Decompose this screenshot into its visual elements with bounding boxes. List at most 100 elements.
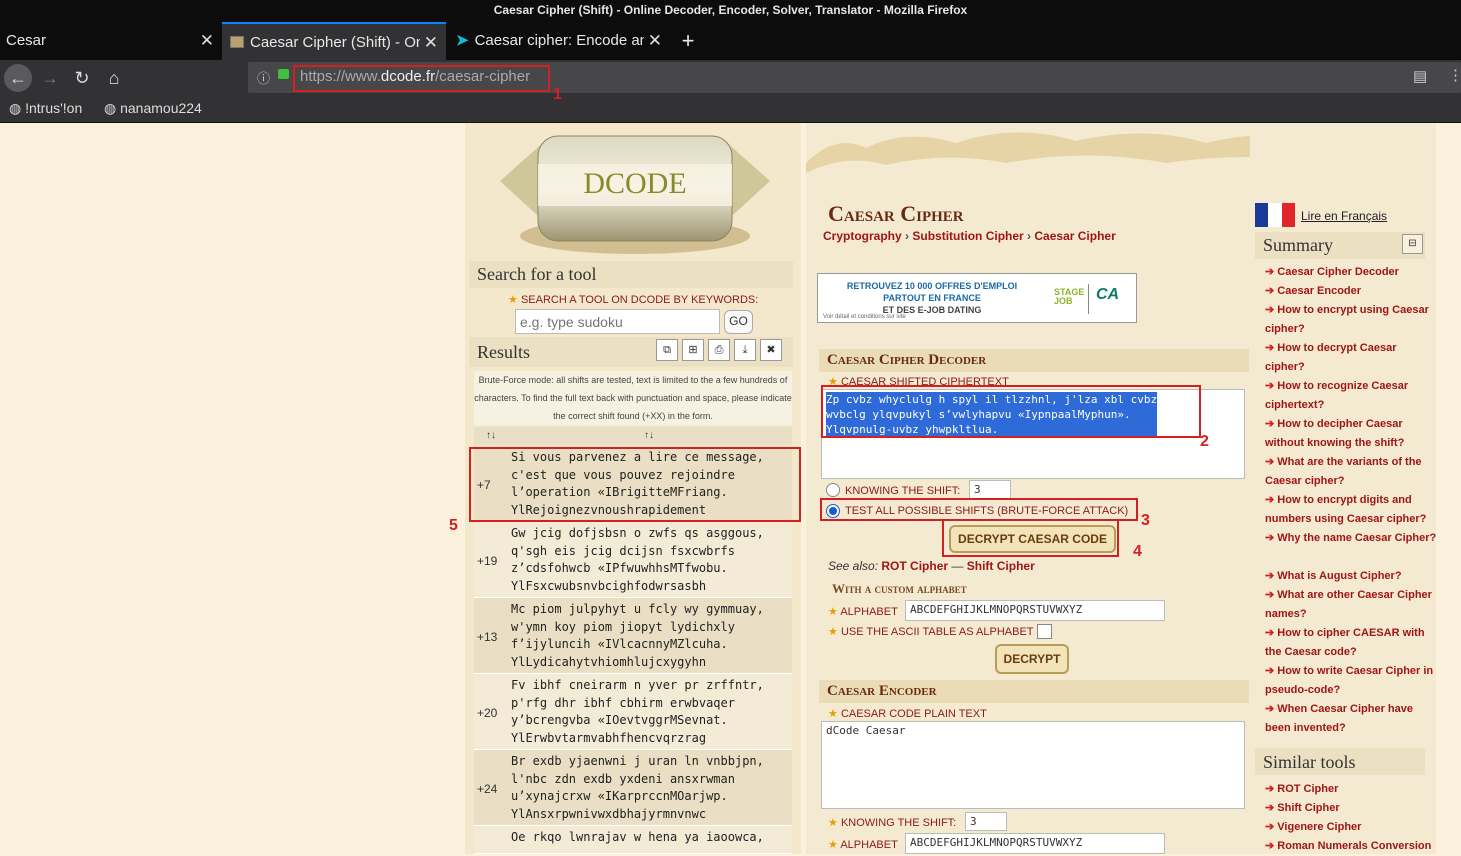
tab-caesar-encode[interactable]: ➤ Caesar cipher: Encode an ✕ <box>446 22 670 60</box>
encoder-knowing-label: ★ KNOWING THE SHIFT: <box>828 817 957 829</box>
window-title: Caesar Cipher (Shift) - Online Decoder, … <box>0 0 1461 22</box>
forward-icon[interactable]: → <box>36 64 64 92</box>
annotation-number: 4 <box>1133 543 1142 560</box>
encoder-alphabet-label: ★ ALPHABET <box>828 839 898 851</box>
globe-icon: ◍ <box>104 100 117 116</box>
annotation-box-ciphertext <box>821 385 1201 438</box>
summary-link[interactable]: ➔ How to write Caesar Cipher in pseudo-c… <box>1265 662 1437 700</box>
nav-bar: ← → ↻ ⌂ ⓘ https://www.dcode.fr/caesar-ci… <box>0 60 1461 96</box>
table-row[interactable]: +24 Br exdb yjaenwni j uran ln vnbbjpn, … <box>474 750 792 826</box>
collapse-icon[interactable]: ⊟ <box>1402 234 1423 254</box>
annotation-number: 1 <box>553 86 562 103</box>
knowing-shift-label: KNOWING THE SHIFT: <box>845 485 961 497</box>
dcode-favicon-icon <box>230 36 244 48</box>
rot-cipher-link[interactable]: ROT Cipher <box>881 559 948 573</box>
decrypt-button[interactable]: DECRYPT <box>995 644 1069 674</box>
ad-banner[interactable]: RETROUVEZ 10 000 OFFRES D'EMPLOI PARTOUT… <box>817 273 1137 323</box>
summary-link[interactable]: ➔ Caesar Cipher Decoder <box>1265 263 1437 282</box>
back-icon[interactable]: ← <box>4 64 32 92</box>
close-icon[interactable]: ✕ <box>200 22 214 60</box>
breadcrumb-link[interactable]: Caesar Cipher <box>1034 229 1115 243</box>
close-icon[interactable]: ✕ <box>419 24 438 60</box>
summary-link[interactable]: ➔ How to cipher CAESAR with the Caesar c… <box>1265 624 1437 662</box>
decoded-text: Fv ibhf cneirarm n yver pr zrffntr, p'rf… <box>511 678 764 746</box>
table-row[interactable]: Oe rkqo lwnrajav w hena ya iaoowca, <box>474 826 792 854</box>
ad-line: RETROUVEZ 10 000 OFFRES D'EMPLOI <box>846 281 1018 291</box>
encoder-header: Caesar Encoder <box>819 680 1249 703</box>
screenshot-icon[interactable]: ⊞ <box>682 339 704 361</box>
alphabet-label: ★ ALPHABET <box>828 606 898 618</box>
knowing-shift-radio[interactable] <box>826 483 840 497</box>
ad-line: PARTOUT EN FRANCE <box>883 293 981 303</box>
similar-tool-link[interactable]: ➔ ROT Cipher <box>1265 780 1437 799</box>
star-icon: ★ <box>508 294 518 306</box>
summary-link[interactable]: ➔ Why the name Caesar Cipher? <box>1265 529 1437 548</box>
similar-tool-link[interactable]: ➔ Vigenere Cipher <box>1265 818 1437 837</box>
ascii-checkbox[interactable] <box>1037 624 1052 639</box>
info-icon[interactable]: ⓘ <box>257 68 270 87</box>
summary-link[interactable]: ➔ How to encrypt using Caesar cipher? <box>1265 301 1437 339</box>
shift-input[interactable]: 3 <box>969 480 1011 499</box>
similar-tool-link[interactable]: ➔ Shift Cipher <box>1265 799 1437 818</box>
dcode-logo[interactable]: DCODE <box>500 126 770 260</box>
lock-icon <box>278 69 289 79</box>
copy-icon[interactable]: ⧉ <box>656 339 678 361</box>
page-title: Caesar Cipher <box>828 201 964 226</box>
shift-value: +24 <box>477 782 498 796</box>
table-row[interactable]: +20 Fv ibhf cneirarm n yver pr zrffntr, … <box>474 674 792 750</box>
bookmark-item[interactable]: ◍ !ntrus'!on <box>9 96 82 121</box>
ad-small-print: Voir détail et conditions sur site <box>823 314 906 320</box>
star-icon: ★ <box>828 708 838 720</box>
reader-view-icon[interactable]: ▤ <box>1413 67 1427 85</box>
breadcrumb-link[interactable]: Cryptography <box>823 229 902 243</box>
french-flag-icon[interactable] <box>1255 203 1295 227</box>
star-icon: ★ <box>828 626 838 638</box>
home-icon[interactable]: ⌂ <box>100 64 128 92</box>
summary-link[interactable]: ➔ When Caesar Cipher have been invented? <box>1265 700 1437 738</box>
decoder-title: Caesar Cipher Decoder <box>827 352 987 368</box>
summary-link[interactable]: ➔ How to recognize Caesar ciphertext? <box>1265 377 1437 415</box>
new-tab-button[interactable]: + <box>672 22 704 60</box>
encoder-alphabet-input[interactable]: ABCDEFGHIJKLMNOPQRSTUVWXYZ <box>905 833 1165 854</box>
summary-link[interactable]: ➔ How to decrypt Caesar cipher? <box>1265 339 1437 377</box>
summary-link[interactable]: ➔ What are the variants of the Caesar ci… <box>1265 453 1437 491</box>
ascii-label: ★ USE THE ASCII TABLE AS ALPHABET <box>828 626 1034 638</box>
clear-icon[interactable]: ✖ <box>760 339 782 361</box>
breadcrumb: Cryptography › Substitution Cipher › Cae… <box>823 229 1116 243</box>
summary-link[interactable]: ➔ What are other Caesar Cipher names? <box>1265 586 1437 624</box>
star-icon: ★ <box>828 839 838 851</box>
decoded-text: Oe rkqo lwnrajav w hena ya iaoowca, <box>511 830 764 844</box>
annotation-box-bruteforce <box>820 498 1138 521</box>
tab-caesar-cipher[interactable]: Caesar Cipher (Shift) - On ✕ <box>222 22 446 60</box>
summary-link[interactable]: ➔ How to decipher Caesar without knowing… <box>1265 415 1437 453</box>
similar-tool-link[interactable]: ➔ Roman Numerals Conversion <box>1265 837 1437 856</box>
menu-icon[interactable]: ⋮ <box>1448 66 1461 84</box>
brute-force-note: Brute-Force mode: all shifts are tested,… <box>474 371 792 425</box>
lang-link[interactable]: Lire en Français <box>1301 209 1387 223</box>
tab-cesar[interactable]: Cesar ✕ <box>0 22 222 60</box>
table-row[interactable]: +13 Mc piom julpyhyt u fcly wy gymmuay, … <box>474 598 792 674</box>
search-input[interactable] <box>515 309 720 334</box>
alphabet-input[interactable]: ABCDEFGHIJKLMNOPQRSTUVWXYZ <box>905 600 1165 621</box>
tab-bar: Cesar ✕ Caesar Cipher (Shift) - On ✕ ➤ Ca… <box>0 22 1461 60</box>
go-button[interactable]: GO <box>724 310 753 334</box>
bookmark-item[interactable]: ◍ nanamou224 <box>104 96 202 121</box>
annotation-number: 2 <box>1200 433 1209 450</box>
sort-icon[interactable]: ↑↓ <box>644 430 654 441</box>
breadcrumb-link[interactable]: Substitution Cipher <box>912 229 1023 243</box>
summary-link[interactable]: ➔ What is August Cipher? <box>1265 567 1437 586</box>
summary-link[interactable]: ➔ How to encrypt digits and numbers usin… <box>1265 491 1437 529</box>
similar-tools-title: Similar tools <box>1255 748 1425 775</box>
download-icon[interactable]: ⤓ <box>734 339 756 361</box>
shift-cipher-link[interactable]: Shift Cipher <box>967 559 1035 573</box>
table-row[interactable]: +19 Gw jcig dofjsbsn o zwfs qs asggous, … <box>474 522 792 598</box>
reload-icon[interactable]: ↻ <box>68 64 96 92</box>
close-icon[interactable]: ✕ <box>643 22 662 60</box>
print-icon[interactable]: ⎙ <box>708 339 730 361</box>
ca-logo: CA <box>1096 286 1120 303</box>
encoder-shift-input[interactable]: 3 <box>965 812 1007 831</box>
summary-link[interactable]: ➔ Caesar Encoder <box>1265 282 1437 301</box>
sort-icon[interactable]: ↑↓ <box>486 430 496 441</box>
decoded-text: Gw jcig dofjsbsn o zwfs qs asggous, q'sg… <box>511 526 764 594</box>
plaintext-input[interactable]: dCode Caesar <box>821 721 1245 809</box>
